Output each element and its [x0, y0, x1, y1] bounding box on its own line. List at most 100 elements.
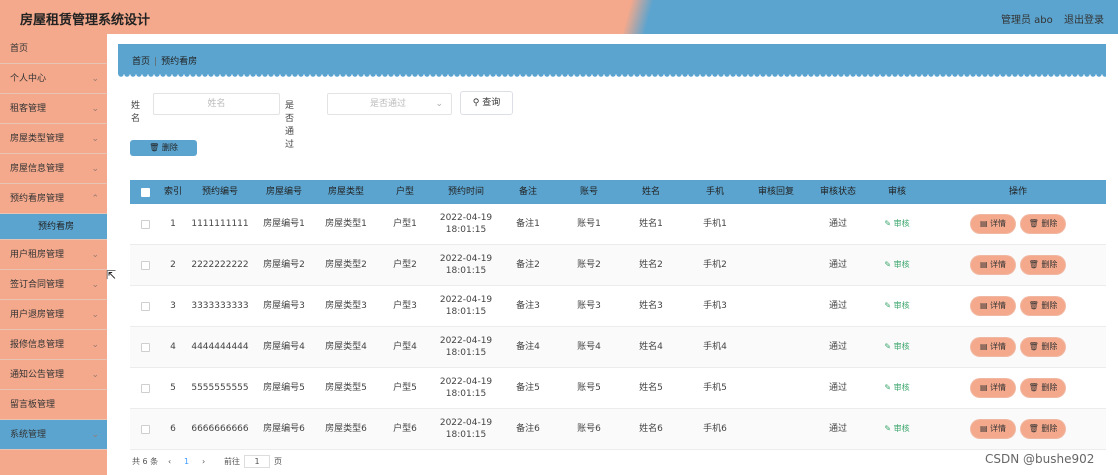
sidebar-item-label: 留言板管理 — [10, 400, 56, 410]
row-checkbox[interactable] — [138, 245, 152, 285]
document-icon: ▤ — [979, 301, 988, 310]
cell-actions: ▤ 详情 🗑 删除 — [930, 245, 1106, 285]
delete-button[interactable]: 🗑 删除 — [1021, 256, 1065, 274]
review-link[interactable]: ✎ 审核 — [884, 218, 909, 230]
cell-house-type: 房屋类型1 — [325, 219, 367, 229]
sidebar-item-personal-center[interactable]: 个人中心 ⌄ — [0, 64, 107, 94]
cell-review-reply — [748, 286, 804, 326]
cell-review: ✎ 审核 — [872, 286, 922, 326]
booking-date: 2022-04-19 — [439, 377, 493, 387]
delete-button[interactable]: 🗑 删除 — [1021, 338, 1065, 356]
review-link[interactable]: ✎ 审核 — [884, 423, 909, 435]
table-row: 4 4444444444 房屋编号4 房屋类型4 户型4 备注4 账号4 姓名4 手机4 通过 2… — [130, 327, 1106, 368]
sidebar-item-tenants[interactable]: 租客管理 ⌄ — [0, 94, 107, 124]
detail-button[interactable]: ▤ 详情 — [971, 256, 1015, 274]
cell-review: ✎ 审核 — [872, 327, 922, 367]
sidebar-item-contracts[interactable]: 签订合同管理 ⌄ — [0, 270, 107, 300]
cell-review-status: 通过 — [828, 301, 847, 311]
booking-date: 2022-04-19 — [439, 213, 493, 223]
cell-name: 姓名2 — [639, 260, 663, 270]
row-checkbox[interactable] — [138, 368, 152, 408]
page-unit: 页 — [274, 457, 282, 466]
row-checkbox[interactable] — [138, 286, 152, 326]
sidebar-item-label: 预约看房 — [38, 222, 75, 232]
sidebar-item-notices[interactable]: 通知公告管理 ⌄ — [0, 360, 107, 390]
passed-label: 是否通过 — [285, 101, 295, 150]
table-row: 1 1111111111 房屋编号1 房屋类型1 户型1 备注1 账号1 姓名1 手机1 通过 2… — [130, 204, 1106, 245]
review-label: 审核 — [893, 260, 910, 269]
row-checkbox[interactable] — [138, 327, 152, 367]
watermark: CSDN @bushe902 — [985, 452, 1095, 466]
edit-icon: ✎ — [884, 301, 892, 310]
cell-review-status: 通过 — [828, 219, 847, 229]
sidebar-item-home[interactable]: 首页 — [0, 34, 107, 64]
cell-house-no: 房屋编号1 — [263, 219, 305, 229]
detail-button[interactable]: ▤ 详情 — [971, 297, 1015, 315]
breadcrumb: 首页 | 预约看房 — [132, 54, 197, 67]
chevron-down-icon: ⌄ — [91, 310, 99, 320]
delete-button[interactable]: 🗑 删除 — [1021, 379, 1065, 397]
name-input[interactable]: 姓名 — [153, 93, 280, 115]
review-link[interactable]: ✎ 审核 — [884, 259, 909, 271]
sidebar-item-checkouts[interactable]: 用户退房管理 ⌄ — [0, 300, 107, 330]
sidebar-item-house-types[interactable]: 房屋类型管理 ⌄ — [0, 124, 107, 154]
search-button-label: 查询 — [482, 98, 501, 108]
cell-account: 账号4 — [577, 342, 601, 352]
breadcrumb-home[interactable]: 首页 — [132, 57, 150, 67]
booking-date: 2022-04-19 — [439, 336, 493, 346]
next-page-button[interactable]: › — [202, 455, 205, 469]
cell-index: 5 — [170, 383, 176, 393]
col-review: 审核 — [887, 187, 906, 197]
sidebar-item-viewing-bookings[interactable]: 预约看房管理 ⌃ — [0, 184, 107, 214]
current-page[interactable]: 1 — [184, 455, 189, 469]
cell-index: 2 — [170, 260, 176, 270]
sidebar-item-system[interactable]: 系统管理 ⌄ — [0, 420, 107, 450]
detail-button[interactable]: ▤ 详情 — [971, 379, 1015, 397]
batch-delete-label: 删除 — [161, 143, 178, 152]
cell-name: 姓名1 — [639, 219, 663, 229]
sidebar-subitem-viewing-booking[interactable]: 预约看房 — [0, 214, 107, 240]
review-link[interactable]: ✎ 审核 — [884, 300, 909, 312]
delete-button[interactable]: 🗑 删除 — [1021, 420, 1065, 438]
passed-select-placeholder: 是否通过 — [370, 99, 407, 109]
table-row: 3 3333333333 房屋编号3 房屋类型3 户型3 备注3 账号3 姓名3 手机3 通过 2… — [130, 286, 1106, 327]
delete-button[interactable]: 🗑 删除 — [1021, 297, 1065, 315]
select-all-checkbox[interactable] — [138, 180, 152, 204]
cell-house-no: 房屋编号2 — [263, 260, 305, 270]
sidebar-item-label: 用户退房管理 — [10, 310, 65, 320]
cell-house-type: 房屋类型2 — [325, 260, 367, 270]
chevron-down-icon: ⌄ — [91, 104, 99, 114]
page-jump-input[interactable]: 1 — [244, 455, 270, 468]
app-title: 房屋租赁管理系统设计 — [20, 13, 151, 28]
logout-link[interactable]: 退出登录 — [1064, 11, 1104, 26]
col-actions: 操作 — [1008, 187, 1027, 197]
cell-booking-time: 2022-04-19 18:01:15 — [434, 245, 498, 285]
cell-account: 账号6 — [577, 424, 601, 434]
col-booking-time: 预约时间 — [447, 187, 484, 197]
review-link[interactable]: ✎ 审核 — [884, 382, 909, 394]
prev-page-button[interactable]: ‹ — [168, 455, 171, 469]
detail-button-label: 详情 — [990, 342, 1007, 351]
detail-button[interactable]: ▤ 详情 — [971, 338, 1015, 356]
search-button[interactable]: ⚲ 查询 — [460, 91, 513, 115]
cell-name: 姓名4 — [639, 342, 663, 352]
detail-button[interactable]: ▤ 详情 — [971, 420, 1015, 438]
batch-delete-button[interactable]: 🗑 删除 — [130, 140, 197, 156]
booking-time: 18:01:15 — [445, 225, 487, 235]
sidebar-item-message-board[interactable]: 留言板管理 — [0, 390, 107, 420]
delete-button[interactable]: 🗑 删除 — [1021, 215, 1065, 233]
cell-review: ✎ 审核 — [872, 409, 922, 449]
cell-actions: ▤ 详情 🗑 删除 — [930, 368, 1106, 408]
cell-index: 6 — [170, 424, 176, 434]
sidebar-item-repairs[interactable]: 报修信息管理 ⌄ — [0, 330, 107, 360]
sidebar-item-user-rentals[interactable]: 用户租房管理 ⌄ — [0, 240, 107, 270]
row-checkbox[interactable] — [138, 204, 152, 244]
review-link[interactable]: ✎ 审核 — [884, 341, 909, 353]
cell-house-type: 房屋类型6 — [325, 424, 367, 434]
col-name: 姓名 — [641, 187, 660, 197]
sidebar-item-house-info[interactable]: 房屋信息管理 ⌄ — [0, 154, 107, 184]
passed-select[interactable]: 是否通过 ⌄ — [327, 93, 452, 115]
row-checkbox[interactable] — [138, 409, 152, 449]
detail-button[interactable]: ▤ 详情 — [971, 215, 1015, 233]
col-review-status: 审核状态 — [819, 187, 856, 197]
